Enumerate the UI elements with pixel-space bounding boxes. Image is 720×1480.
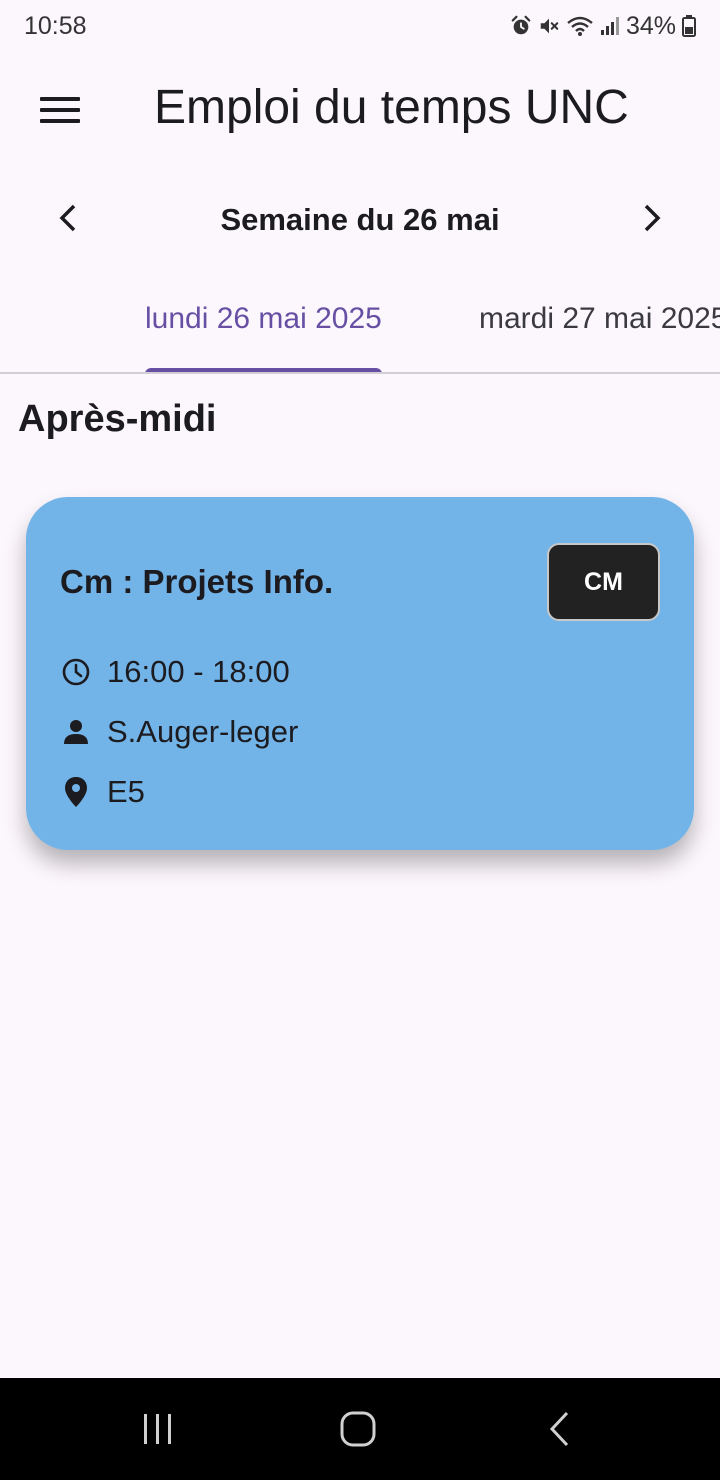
signal-icon	[600, 15, 620, 37]
menu-button[interactable]	[24, 84, 96, 140]
day-tabs: lundi 26 mai 2025 mardi 27 mai 2025	[0, 284, 720, 374]
tab-label: lundi 26 mai 2025	[145, 302, 382, 335]
course-teacher-row: S.Auger-leger	[60, 712, 298, 752]
next-week-button[interactable]	[624, 192, 680, 248]
back-button[interactable]	[530, 1408, 590, 1454]
menu-icon	[40, 95, 80, 130]
app-title: Emploi du temps UNC	[154, 81, 629, 134]
status-time: 10:58	[24, 11, 87, 40]
course-teacher: S.Auger-leger	[107, 714, 299, 749]
home-button[interactable]	[328, 1408, 388, 1454]
week-label: Semaine du 26 mai	[220, 202, 500, 237]
course-type-badge: CM	[547, 543, 660, 621]
course-name: Cm : Projets Info.	[60, 563, 334, 600]
tab-monday[interactable]: lundi 26 mai 2025	[145, 302, 382, 372]
week-navigator: Semaine du 26 mai	[0, 180, 720, 262]
course-room: E5	[107, 774, 145, 809]
alarm-icon	[510, 15, 532, 37]
battery-percent: 34%	[625, 11, 676, 40]
status-icons: 34%	[510, 12, 696, 41]
wifi-icon	[566, 15, 594, 37]
active-tab-indicator	[145, 368, 382, 372]
chevron-right-icon	[641, 203, 663, 238]
course-room-row: E5	[60, 772, 145, 812]
section-title: Après-midi	[18, 398, 217, 440]
system-navigation-bar	[0, 1378, 720, 1480]
home-icon	[340, 1411, 376, 1452]
course-card[interactable]: Cm : Projets Info. CM 16:00 - 18:00 S.Au…	[26, 497, 694, 850]
course-time-row: 16:00 - 18:00	[60, 652, 290, 692]
app-bar: Emploi du temps UNC	[0, 56, 720, 168]
person-icon	[60, 716, 92, 748]
tab-label: mardi 27 mai 2025	[479, 302, 720, 335]
course-time: 16:00 - 18:00	[107, 654, 290, 689]
location-pin-icon	[60, 776, 92, 808]
back-icon	[548, 1410, 572, 1453]
mute-icon	[538, 15, 560, 37]
recents-icon	[141, 1412, 175, 1451]
battery-icon	[682, 15, 696, 37]
clock-icon	[60, 656, 92, 688]
status-bar: 10:58 34%	[0, 0, 720, 52]
recents-button[interactable]	[128, 1408, 188, 1454]
tab-tuesday[interactable]: mardi 27 mai 2025	[479, 302, 720, 372]
